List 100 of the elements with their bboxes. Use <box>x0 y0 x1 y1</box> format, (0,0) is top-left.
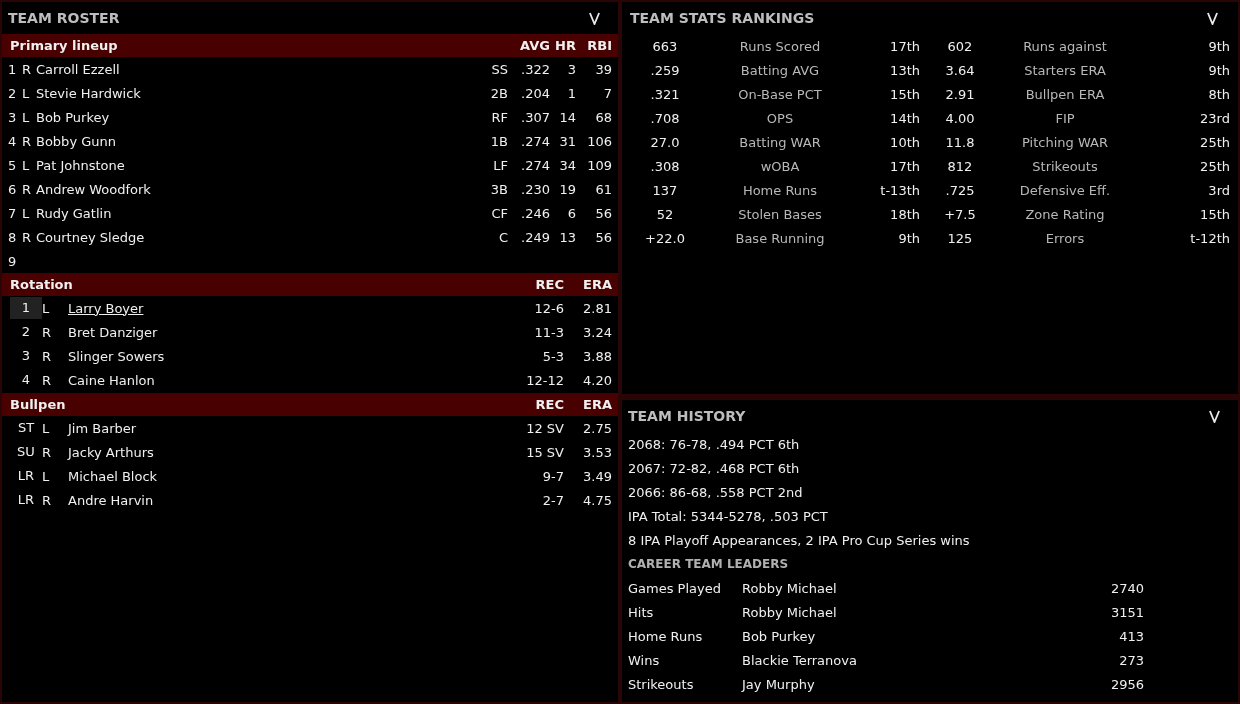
handedness: R <box>22 61 33 77</box>
player-name[interactable]: Caine Hanlon <box>68 372 155 388</box>
stat-label: Starters ERA <box>1023 62 1107 78</box>
player-name[interactable]: Bob Purkey <box>742 628 1042 644</box>
stat-label: Zone Rating <box>1024 206 1106 222</box>
player-name[interactable]: Blackie Terranova <box>742 652 1042 668</box>
player-name[interactable]: Carroll Ezzell <box>36 61 478 77</box>
handedness: R <box>22 181 33 197</box>
stat-value: 11.8 <box>944 134 976 150</box>
position: LF <box>492 157 508 173</box>
table-cell-text: 12-6 <box>533 300 564 316</box>
handedness: R <box>42 348 53 364</box>
lineup-slot: 8 <box>8 229 22 245</box>
table-cell-text: 3.88 <box>582 348 612 364</box>
handedness: L <box>22 157 31 173</box>
stat-rank: 15th <box>889 86 920 102</box>
table-cell-text: 6 <box>566 205 576 221</box>
history-line: 2067: 72-82, .468 PCT 6th <box>628 460 800 476</box>
player-name[interactable]: Andrew Woodfork <box>36 181 478 197</box>
table-cell-text: 68 <box>594 109 612 125</box>
column-header: ERA <box>582 277 612 292</box>
table-cell-text: 15 SV <box>525 444 564 460</box>
chevron-down-icon[interactable] <box>589 11 600 25</box>
stat-value: .321 <box>649 86 681 102</box>
handedness: L <box>22 109 31 125</box>
stat-value: +22.0 <box>644 230 686 246</box>
table-cell-text: 11-3 <box>533 324 564 340</box>
player-name[interactable]: Courtney Sledge <box>36 229 478 245</box>
player-name[interactable]: Robby Michael <box>742 604 1042 620</box>
handedness: L <box>42 420 51 436</box>
column-header: RBI <box>586 38 612 53</box>
chevron-down-icon[interactable] <box>1207 11 1218 25</box>
handedness: L <box>22 205 31 221</box>
rotation-slot: 2 <box>10 321 42 343</box>
stat-value: .725 <box>944 182 976 198</box>
stat-rank: t-12th <box>1189 230 1230 246</box>
table-cell-text: 34 <box>558 157 576 173</box>
player-name[interactable]: Michael Block <box>68 468 158 484</box>
handedness: R <box>42 444 53 460</box>
player-name[interactable]: Andre Harvin <box>68 492 154 508</box>
leader-value: 273 <box>1118 652 1144 668</box>
player-name[interactable]: Larry Boyer <box>68 300 144 316</box>
stat-value: .259 <box>649 62 681 78</box>
stat-label: Batting WAR <box>738 134 822 150</box>
rotation-slot: 4 <box>10 369 42 391</box>
player-name[interactable]: Pat Johnstone <box>36 157 478 173</box>
table-cell-text: 3.24 <box>582 324 612 340</box>
player-name[interactable]: Bret Danziger <box>68 324 158 340</box>
stat-label: Home Runs <box>741 182 819 198</box>
stat-label: FIP <box>1054 110 1076 126</box>
position: SS <box>490 61 508 77</box>
stat-rank: 17th <box>889 158 920 174</box>
lineup-slot: 1 <box>8 61 22 77</box>
stat-value: .708 <box>649 110 681 126</box>
leader-category: Home Runs <box>628 628 704 644</box>
column-header: REC <box>534 277 564 292</box>
rotation-slot: SU <box>10 441 42 463</box>
lineup-slot: 7 <box>8 205 22 221</box>
player-name[interactable]: Robby Michael <box>742 580 1042 596</box>
stat-rank: t-13th <box>879 182 920 198</box>
table-cell-text: 13 <box>558 229 576 245</box>
section-label: Bullpen <box>10 397 67 412</box>
player-name[interactable]: Rudy Gatlin <box>36 205 478 221</box>
table-cell-text: 4.20 <box>582 372 612 388</box>
position: C <box>497 229 508 245</box>
stat-rank: 9th <box>1207 38 1230 54</box>
stat-value: 812 <box>946 158 974 174</box>
table-cell-text: .230 <box>520 181 550 197</box>
rotation-slot: 1 <box>10 297 42 319</box>
table-cell-text: 56 <box>594 205 612 221</box>
stat-value: 52 <box>655 206 675 222</box>
section-label: Primary lineup <box>10 38 119 53</box>
leader-value: 3151 <box>1109 604 1144 620</box>
handedness: R <box>42 324 53 340</box>
player-name[interactable]: Jacky Arthurs <box>68 444 154 460</box>
leader-value: 2740 <box>1109 580 1144 596</box>
section-label: Rotation <box>10 277 74 292</box>
table-cell-text: 109 <box>586 157 612 173</box>
stat-rank: 25th <box>1199 158 1230 174</box>
chevron-down-icon[interactable] <box>1209 409 1220 423</box>
table-cell-text: .274 <box>520 133 550 149</box>
player-name[interactable]: Stevie Hardwick <box>36 85 478 101</box>
position: CF <box>490 205 508 221</box>
table-cell-text: .307 <box>520 109 550 125</box>
player-name[interactable]: Bob Purkey <box>36 109 478 125</box>
handedness: R <box>42 492 53 508</box>
player-name[interactable]: Jim Barber <box>68 420 137 436</box>
table-cell-text: 39 <box>594 61 612 77</box>
rotation-slot: ST <box>10 417 42 439</box>
player-name[interactable]: Jay Murphy <box>742 676 1042 692</box>
lineup-slot: 3 <box>8 109 22 125</box>
player-name[interactable]: Slinger Sowers <box>68 348 165 364</box>
stat-label: Batting AVG <box>739 62 821 78</box>
stat-value: 137 <box>651 182 679 198</box>
stat-label: Strikeouts <box>1031 158 1099 174</box>
handedness: L <box>22 85 31 101</box>
stat-value: 4.00 <box>944 110 976 126</box>
section-title: CAREER TEAM LEADERS <box>628 557 789 571</box>
column-header: REC <box>534 397 564 412</box>
player-name[interactable]: Bobby Gunn <box>36 133 478 149</box>
